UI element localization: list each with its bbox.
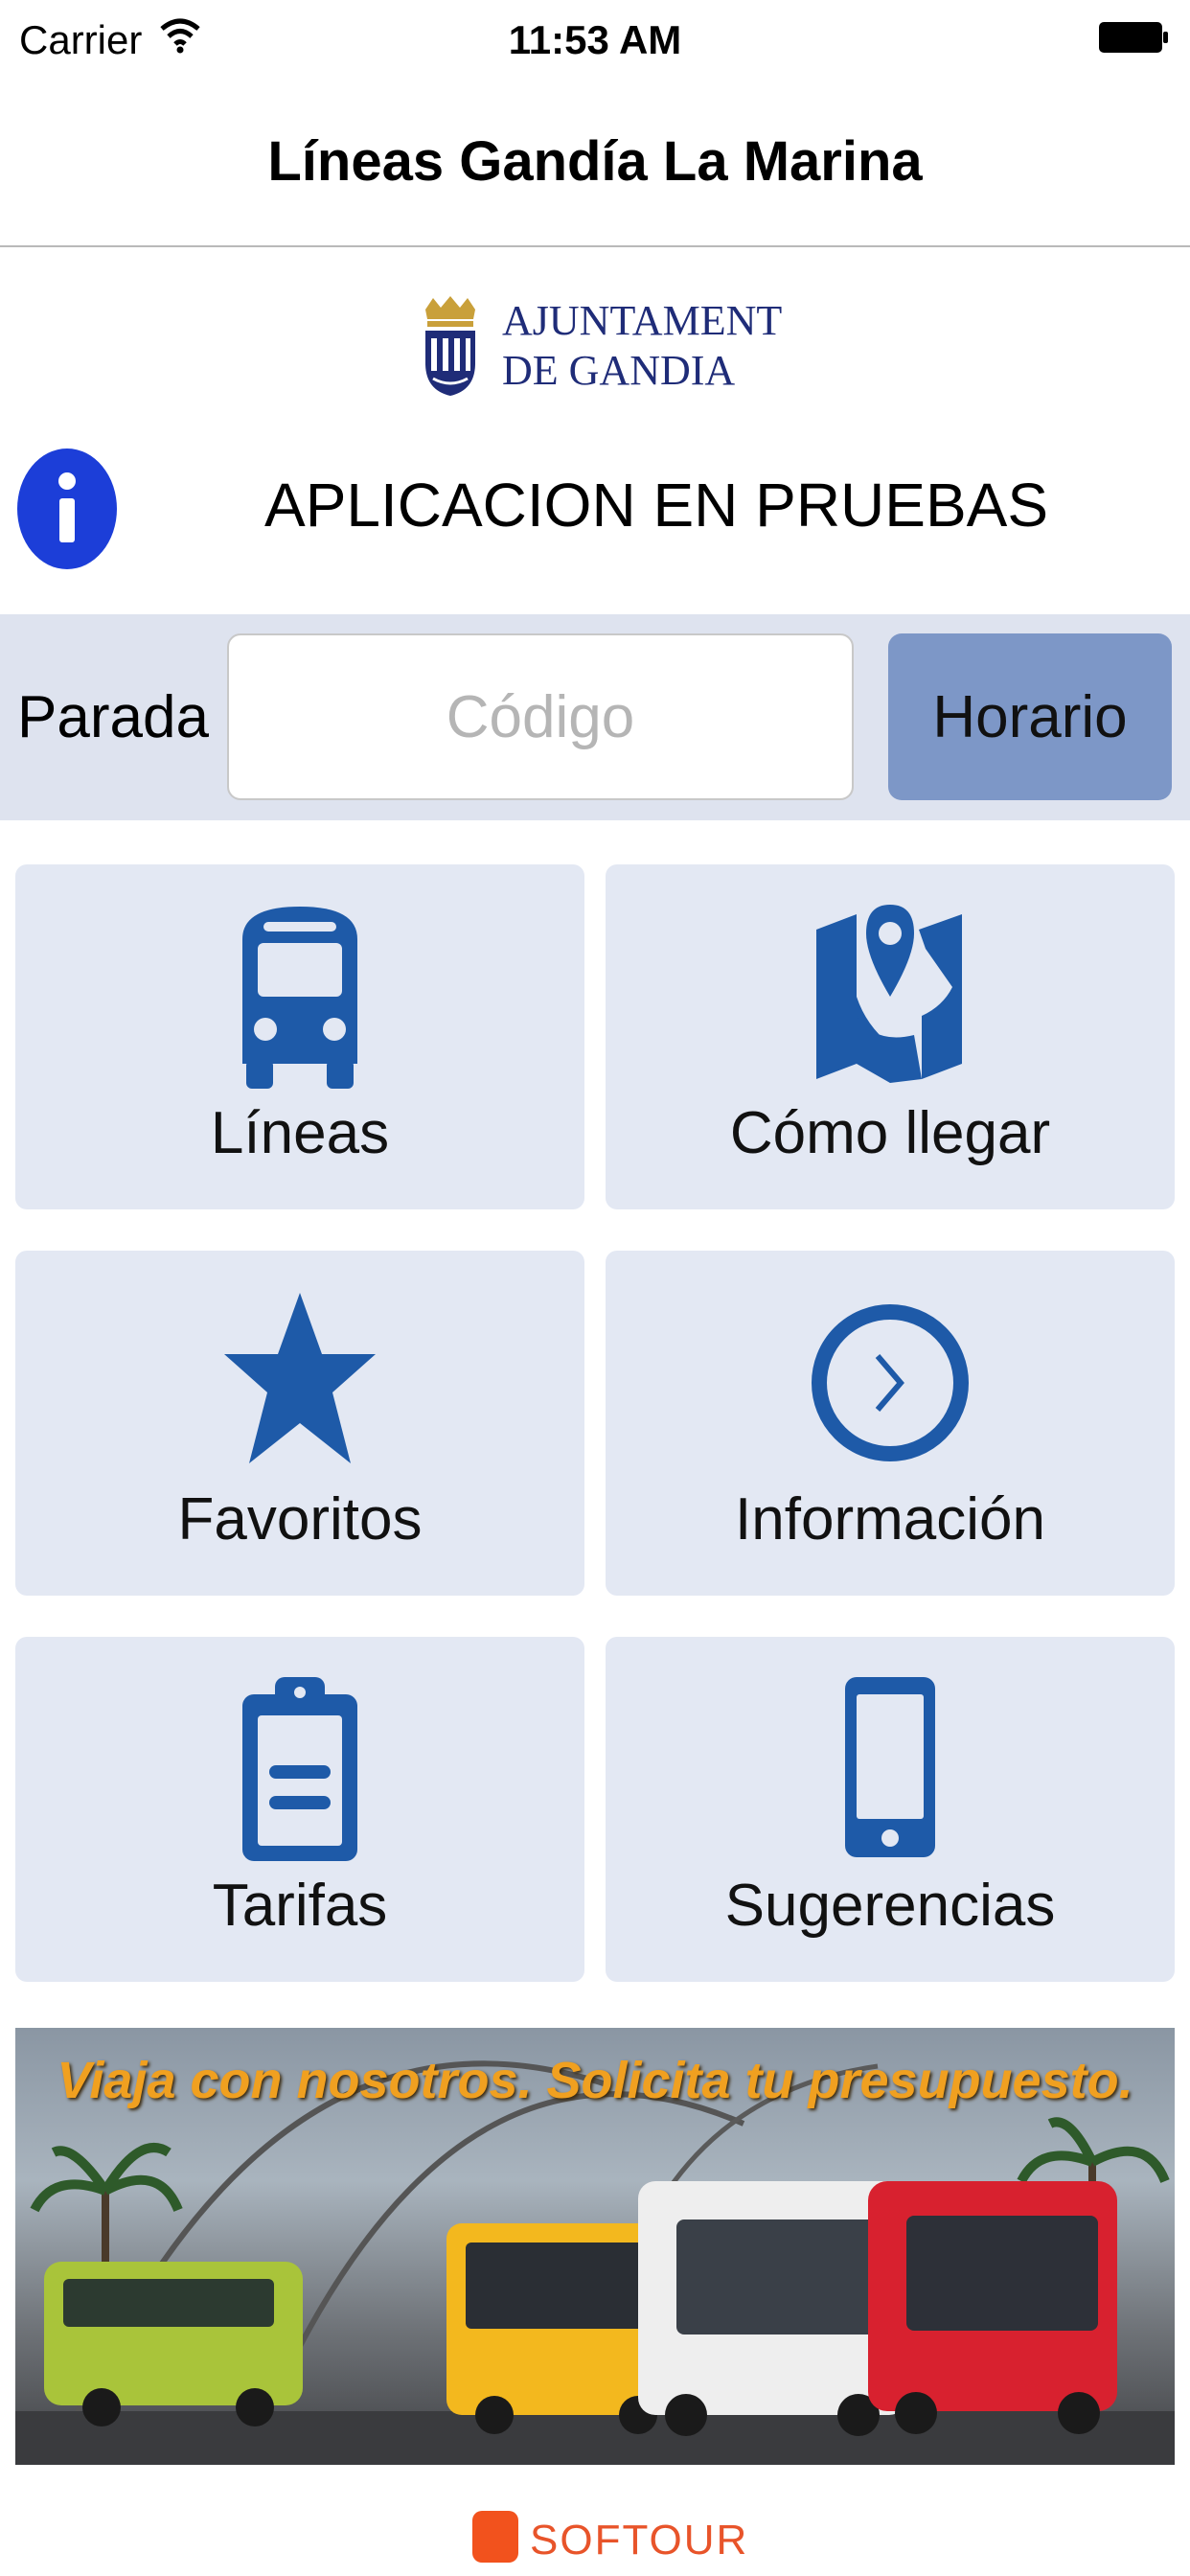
logo-line-2: DE GANDIA xyxy=(502,347,736,394)
stop-code-input[interactable] xyxy=(227,633,854,800)
stop-label: Parada xyxy=(17,684,209,750)
battery-icon xyxy=(1099,22,1168,53)
tile-tarifas[interactable]: Tarifas xyxy=(15,1637,584,1982)
horario-button[interactable]: Horario xyxy=(888,633,1172,800)
advertising-banner[interactable]: Viaja con nosotros. Solicita tu presupue… xyxy=(15,2028,1175,2465)
tile-label: Tarifas xyxy=(212,1873,388,1939)
tile-favoritos[interactable]: Favoritos xyxy=(15,1251,584,1596)
bus-icon xyxy=(242,907,357,1089)
tile-como-llegar[interactable]: Cómo llegar xyxy=(606,864,1175,1209)
banner-text: Viaja con nosotros. Solicita tu presupue… xyxy=(57,2052,1133,2109)
tile-sugerencias[interactable]: Sugerencias xyxy=(606,1637,1175,1982)
bus-white xyxy=(638,2181,906,2436)
stop-search-panel: Parada Horario xyxy=(0,614,1190,820)
ajuntament-logo: AJUNTAMENT DE GANDIA xyxy=(420,292,782,398)
tile-label: Información xyxy=(735,1486,1045,1552)
star-icon xyxy=(224,1293,376,1463)
phone-icon xyxy=(845,1677,935,1857)
tile-informacion[interactable]: Información xyxy=(606,1251,1175,1596)
navigation-bar: Líneas Gandía La Marina xyxy=(0,77,1190,247)
testing-notice: APLICACION EN PRUEBAS xyxy=(264,471,1048,540)
tile-label: Cómo llegar xyxy=(729,1100,1051,1166)
status-bar: Carrier 11:53 AM xyxy=(0,0,1190,77)
tile-label: Sugerencias xyxy=(724,1873,1056,1939)
tile-label: Líneas xyxy=(210,1100,390,1166)
softour-mark-icon xyxy=(472,2511,518,2563)
softour-logo: SOFTOUR xyxy=(472,2511,746,2564)
bus-red xyxy=(868,2181,1117,2434)
map-pin-icon xyxy=(816,905,962,1083)
clock-arrow-icon xyxy=(812,1304,969,1461)
crest-icon xyxy=(425,296,475,396)
status-time: 11:53 AM xyxy=(508,17,682,62)
info-icon[interactable] xyxy=(15,447,119,571)
page-title: Líneas Gandía La Marina xyxy=(267,130,923,193)
bus-green xyxy=(44,2262,303,2426)
logo-line-1: AJUNTAMENT xyxy=(502,297,783,344)
logo-text: AJUNTAMENT DE GANDIA xyxy=(502,296,782,396)
tile-label: Favoritos xyxy=(177,1486,423,1552)
softour-brand: SOFTOUR xyxy=(530,2517,749,2564)
clipboard-icon xyxy=(242,1677,357,1861)
tile-lineas[interactable]: Líneas xyxy=(15,864,584,1209)
app-screen: Carrier 11:53 AM Líneas Gandía La Marina xyxy=(0,0,1190,2576)
